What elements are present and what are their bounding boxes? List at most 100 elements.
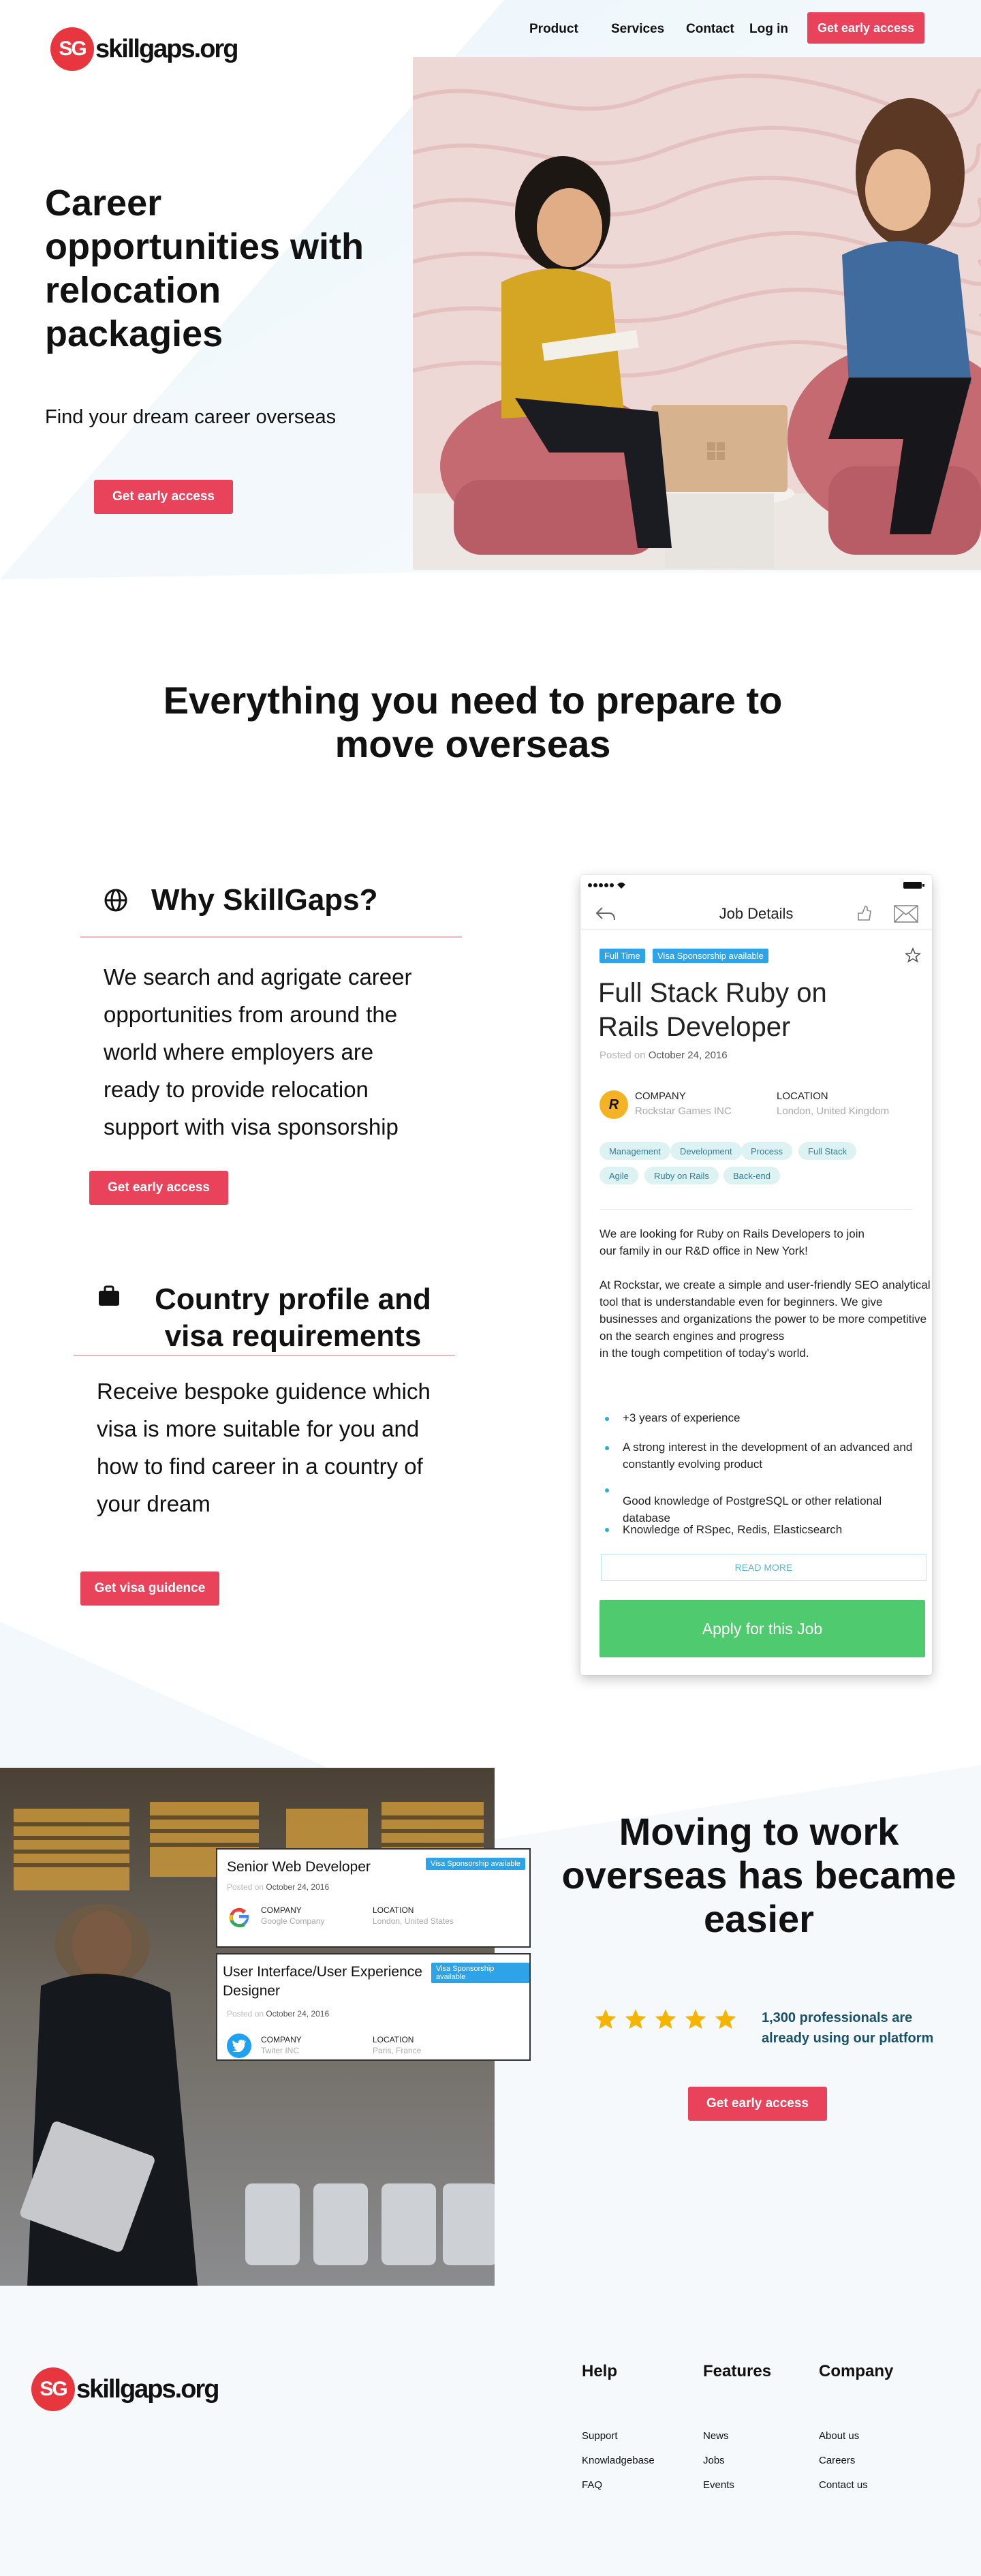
signal-icon [588, 883, 625, 889]
posted-on: Posted on October 24, 2016 [227, 2009, 330, 2019]
star-outline-icon[interactable] [905, 947, 921, 964]
nav-product[interactable]: Product [529, 22, 578, 37]
features-title: Everything you need to prepare to move o… [163, 679, 783, 765]
country-divider [74, 1355, 455, 1356]
footer-help-heading: Help [582, 2362, 618, 2380]
job-card-title: Senior Web Developer [227, 1859, 371, 1875]
location-value: Paris, France [373, 2046, 422, 2055]
star-icon [595, 2009, 617, 2029]
mail-icon[interactable] [894, 905, 918, 923]
country-body: Receive bespoke guidence which visa is m… [97, 1379, 431, 1516]
hero-photo [413, 57, 981, 570]
header-cta-button[interactable]: Get early access [807, 12, 924, 44]
company-label: COMPANY [261, 1905, 302, 1915]
moving-title: Moving to work overseas has became easie… [561, 1810, 956, 1940]
logo-badge: SG [50, 27, 94, 71]
job-card-title: User Interface/User Experience Designer [223, 1964, 422, 1999]
job-card[interactable]: User Interface/User Experience Designer … [216, 1953, 531, 2061]
job-title: Full Stack Ruby on Rails Developer [598, 978, 827, 1042]
brand-logo[interactable]: SG skillgaps.org [50, 27, 238, 71]
star-icon [655, 2009, 676, 2029]
footer-link-jobs[interactable]: Jobs [703, 2455, 725, 2466]
skill-chip[interactable]: Full Stack [798, 1142, 857, 1160]
read-more-button[interactable]: READ MORE [601, 1554, 926, 1581]
footer-link-about[interactable]: About us [819, 2430, 859, 2442]
hero-subtitle: Find your dream career overseas [45, 406, 337, 428]
logo-badge: SG [31, 2367, 75, 2411]
requirement-item: constantly evolving product [623, 1458, 763, 1471]
twitter-logo-icon [227, 2034, 251, 2058]
company-logo-icon: R [600, 1090, 628, 1119]
location-value: London, United Kingdom [777, 1105, 890, 1117]
thumbs-up-icon[interactable] [856, 904, 872, 923]
visa-guidence-button[interactable]: Get visa guidence [80, 1571, 219, 1606]
battery-icon [903, 882, 924, 889]
why-heading: Why SkillGaps? [102, 883, 378, 917]
location-label: LOCATION [373, 1905, 414, 1915]
posted-on: Posted on October 24, 2016 [227, 1882, 330, 1892]
nav-login[interactable]: Log in [749, 22, 788, 37]
job-details-phone: Job Details Full Time Visa Sponsorship a… [580, 875, 932, 1675]
apply-button[interactable]: Apply for this Job [600, 1600, 925, 1657]
bullet-icon [605, 1446, 609, 1450]
google-logo-icon [229, 1907, 249, 1928]
bullet-icon [605, 1417, 609, 1421]
location-label: LOCATION [777, 1090, 828, 1102]
skill-chip[interactable]: Process [741, 1142, 792, 1160]
tag-full-time: Full Time [600, 949, 645, 963]
nav-contact[interactable]: Contact [686, 22, 734, 37]
skill-chip[interactable]: Ruby on Rails [644, 1167, 719, 1184]
requirement-item: A strong interest in the development of … [623, 1441, 913, 1454]
requirement-item: Knowledge of RSpec, Redis, Elasticsearch [623, 1523, 843, 1536]
footer-link-news[interactable]: News [703, 2430, 729, 2442]
star-icon [625, 2009, 647, 2029]
job-card[interactable]: Senior Web Developer Visa Sponsorship av… [216, 1848, 531, 1948]
requirement-item: +3 years of experience [623, 1411, 741, 1424]
skill-chip[interactable]: Back-end [723, 1167, 780, 1184]
footer-company-heading: Company [819, 2362, 894, 2380]
tag-visa: Visa Sponsorship available [426, 1858, 525, 1870]
company-label: COMPANY [261, 2035, 302, 2044]
tag-visa: Visa Sponsorship available [653, 949, 768, 963]
skill-chip[interactable]: Agile [600, 1167, 638, 1184]
tag-visa: Visa Sponsorship available [431, 1963, 529, 1983]
nav-services[interactable]: Services [611, 22, 664, 37]
moving-cta-button[interactable]: Get early access [688, 2087, 827, 2121]
company-value: Twiter INC [261, 2046, 300, 2055]
bullet-icon [605, 1488, 609, 1492]
section-divider [600, 1209, 913, 1210]
skill-chip[interactable]: Management [600, 1142, 670, 1160]
location-value: London, United States [373, 1916, 454, 1926]
company-value: Rockstar Games INC [635, 1105, 732, 1117]
why-body: We search and agrigate career opportunit… [104, 964, 412, 1139]
posted-on: Posted on October 24, 2016 [600, 1049, 728, 1061]
footer-link-careers[interactable]: Careers [819, 2455, 855, 2466]
company-value: Google Company [261, 1916, 325, 1926]
social-proof: 1,300 professionals are already using ou… [762, 2010, 934, 2046]
why-divider [80, 936, 462, 938]
star-icon [685, 2009, 706, 2029]
footer-link-faq[interactable]: FAQ [582, 2479, 602, 2491]
country-heading: Country profile and visa requirements [155, 1283, 431, 1353]
bullet-icon [605, 1528, 609, 1532]
location-label: LOCATION [373, 2035, 414, 2044]
footer-logo[interactable]: SG skillgaps.org [31, 2367, 219, 2411]
footer-link-knowladgebase[interactable]: Knowladgebase [582, 2455, 655, 2466]
globe-icon [104, 889, 127, 912]
job-details-title: Job Details [719, 905, 794, 922]
skill-chip[interactable]: Development [670, 1142, 742, 1160]
logo-text: skillgaps.org [95, 34, 238, 63]
footer-link-support[interactable]: Support [582, 2430, 618, 2442]
footer-link-contact[interactable]: Contact us [819, 2479, 868, 2491]
logo-text: skillgaps.org [76, 2374, 219, 2404]
footer-link-events[interactable]: Events [703, 2479, 734, 2491]
rating-stars [594, 2008, 737, 2031]
hero-title: Career opportunities with relocation pac… [45, 183, 364, 354]
why-cta-button[interactable]: Get early access [89, 1171, 228, 1205]
hero-cta-button[interactable]: Get early access [94, 480, 233, 514]
briefcase-icon [95, 1283, 123, 1310]
star-icon [715, 2009, 736, 2029]
job-description: We are looking for Ruby on Rails Develop… [600, 1227, 931, 1360]
footer-features-heading: Features [703, 2362, 772, 2380]
company-label: COMPANY [635, 1090, 686, 1102]
